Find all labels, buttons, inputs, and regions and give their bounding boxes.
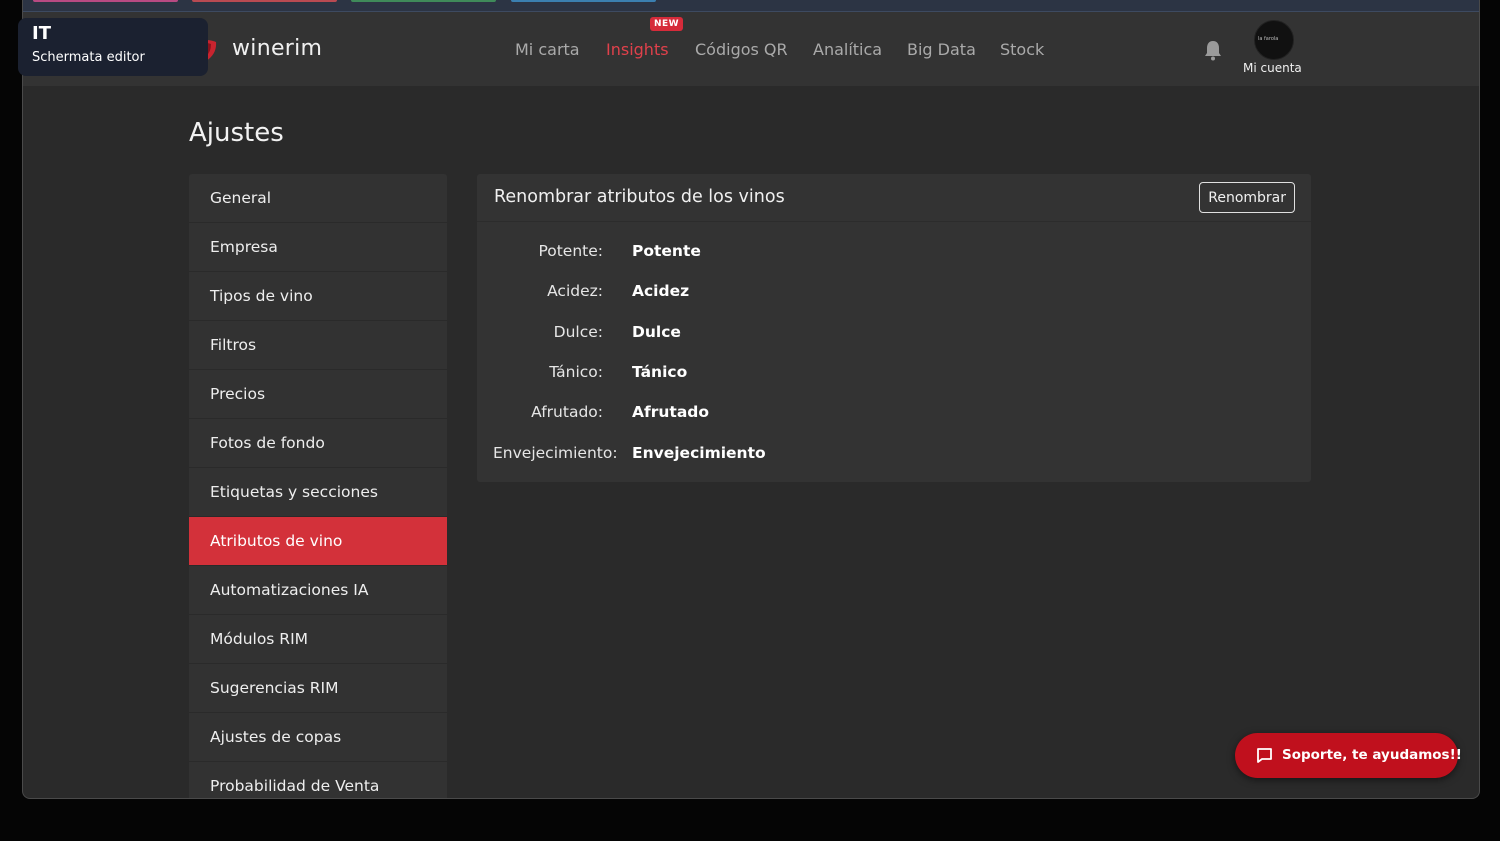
avatar-label: la farola — [1258, 36, 1279, 42]
attribute-row: Envejecimiento: Envejecimiento — [477, 444, 1311, 468]
page-title: Ajustes — [189, 118, 284, 148]
attribute-value: Envejecimiento — [632, 444, 766, 462]
attribute-value: Acidez — [632, 282, 690, 300]
support-chat-button[interactable]: Soporte, te ayudamos!! — [1235, 733, 1462, 778]
sidebar-item-atributos-de-vino[interactable]: Atributos de vino — [189, 517, 447, 566]
brand-name[interactable]: winerim — [232, 36, 322, 61]
nav-big-data[interactable]: Big Data — [907, 40, 976, 59]
app-window: winerim Mi carta Insights Códigos QR Ana… — [22, 0, 1480, 799]
attributes-panel: Renombrar atributos de los vinos Renombr… — [477, 174, 1311, 482]
tab-indicator — [33, 0, 178, 2]
nav-codigos-qr[interactable]: Códigos QR — [695, 40, 788, 59]
sidebar-item-probabilidad-de-venta[interactable]: Probabilidad de Venta — [189, 762, 447, 798]
sidebar-item-ajustes-de-copas[interactable]: Ajustes de copas — [189, 713, 447, 762]
new-badge: NEW — [650, 17, 684, 31]
avatar[interactable]: la farola — [1254, 20, 1294, 60]
attribute-row: Dulce: Dulce — [477, 323, 1311, 347]
panel-title: Renombrar atributos de los vinos — [494, 187, 785, 207]
attribute-row: Tánico: Tánico — [477, 363, 1311, 387]
nav-insights[interactable]: Insights — [606, 40, 669, 59]
support-label: Soporte, te ayudamos!! — [1282, 747, 1462, 763]
language-code: IT — [32, 23, 51, 44]
sidebar-item-automatizaciones-ia[interactable]: Automatizaciones IA — [189, 566, 447, 615]
tab-indicator — [351, 0, 496, 2]
nav-stock[interactable]: Stock — [1000, 40, 1044, 59]
sidebar-item-etiquetas-y-secciones[interactable]: Etiquetas y secciones — [189, 468, 447, 517]
attribute-value: Dulce — [632, 323, 681, 341]
nav-mi-carta[interactable]: Mi carta — [515, 40, 580, 59]
attribute-value: Potente — [632, 242, 701, 260]
nav-analitica[interactable]: Analítica — [813, 40, 882, 59]
sidebar-item-empresa[interactable]: Empresa — [189, 223, 447, 272]
settings-sidebar: General Empresa Tipos de vino Filtros Pr… — [189, 174, 447, 798]
attribute-label: Afrutado: — [531, 403, 603, 421]
tab-indicator — [511, 0, 656, 2]
sidebar-item-fotos-de-fondo[interactable]: Fotos de fondo — [189, 419, 447, 468]
sidebar-item-precios[interactable]: Precios — [189, 370, 447, 419]
rename-button[interactable]: Renombrar — [1199, 182, 1295, 213]
attribute-row: Afrutado: Afrutado — [477, 403, 1311, 427]
language-subtitle: Schermata editor — [32, 50, 145, 65]
attribute-label: Acidez: — [547, 282, 603, 300]
attribute-label: Tánico: — [549, 363, 603, 381]
sidebar-item-sugerencias-rim[interactable]: Sugerencias RIM — [189, 664, 447, 713]
sidebar-item-modulos-rim[interactable]: Módulos RIM — [189, 615, 447, 664]
language-tooltip: IT Schermata editor — [18, 18, 208, 76]
account-label[interactable]: Mi cuenta — [1243, 61, 1302, 75]
sidebar-item-filtros[interactable]: Filtros — [189, 321, 447, 370]
panel-header: Renombrar atributos de los vinos Renombr… — [477, 174, 1311, 222]
browser-tab-strip — [23, 0, 1479, 12]
attribute-label: Dulce: — [553, 323, 603, 341]
attribute-value: Tánico — [632, 363, 688, 381]
attribute-label: Envejecimiento: — [493, 444, 618, 462]
bell-icon[interactable] — [1203, 39, 1223, 61]
attribute-label: Potente: — [538, 242, 603, 260]
sidebar-item-general[interactable]: General — [189, 174, 447, 223]
attribute-row: Potente: Potente — [477, 242, 1311, 266]
attribute-row: Acidez: Acidez — [477, 282, 1311, 306]
chat-icon — [1257, 748, 1272, 763]
tab-indicator — [192, 0, 337, 2]
top-navbar: winerim Mi carta Insights Códigos QR Ana… — [23, 12, 1479, 86]
attribute-value: Afrutado — [632, 403, 710, 421]
sidebar-item-tipos-de-vino[interactable]: Tipos de vino — [189, 272, 447, 321]
